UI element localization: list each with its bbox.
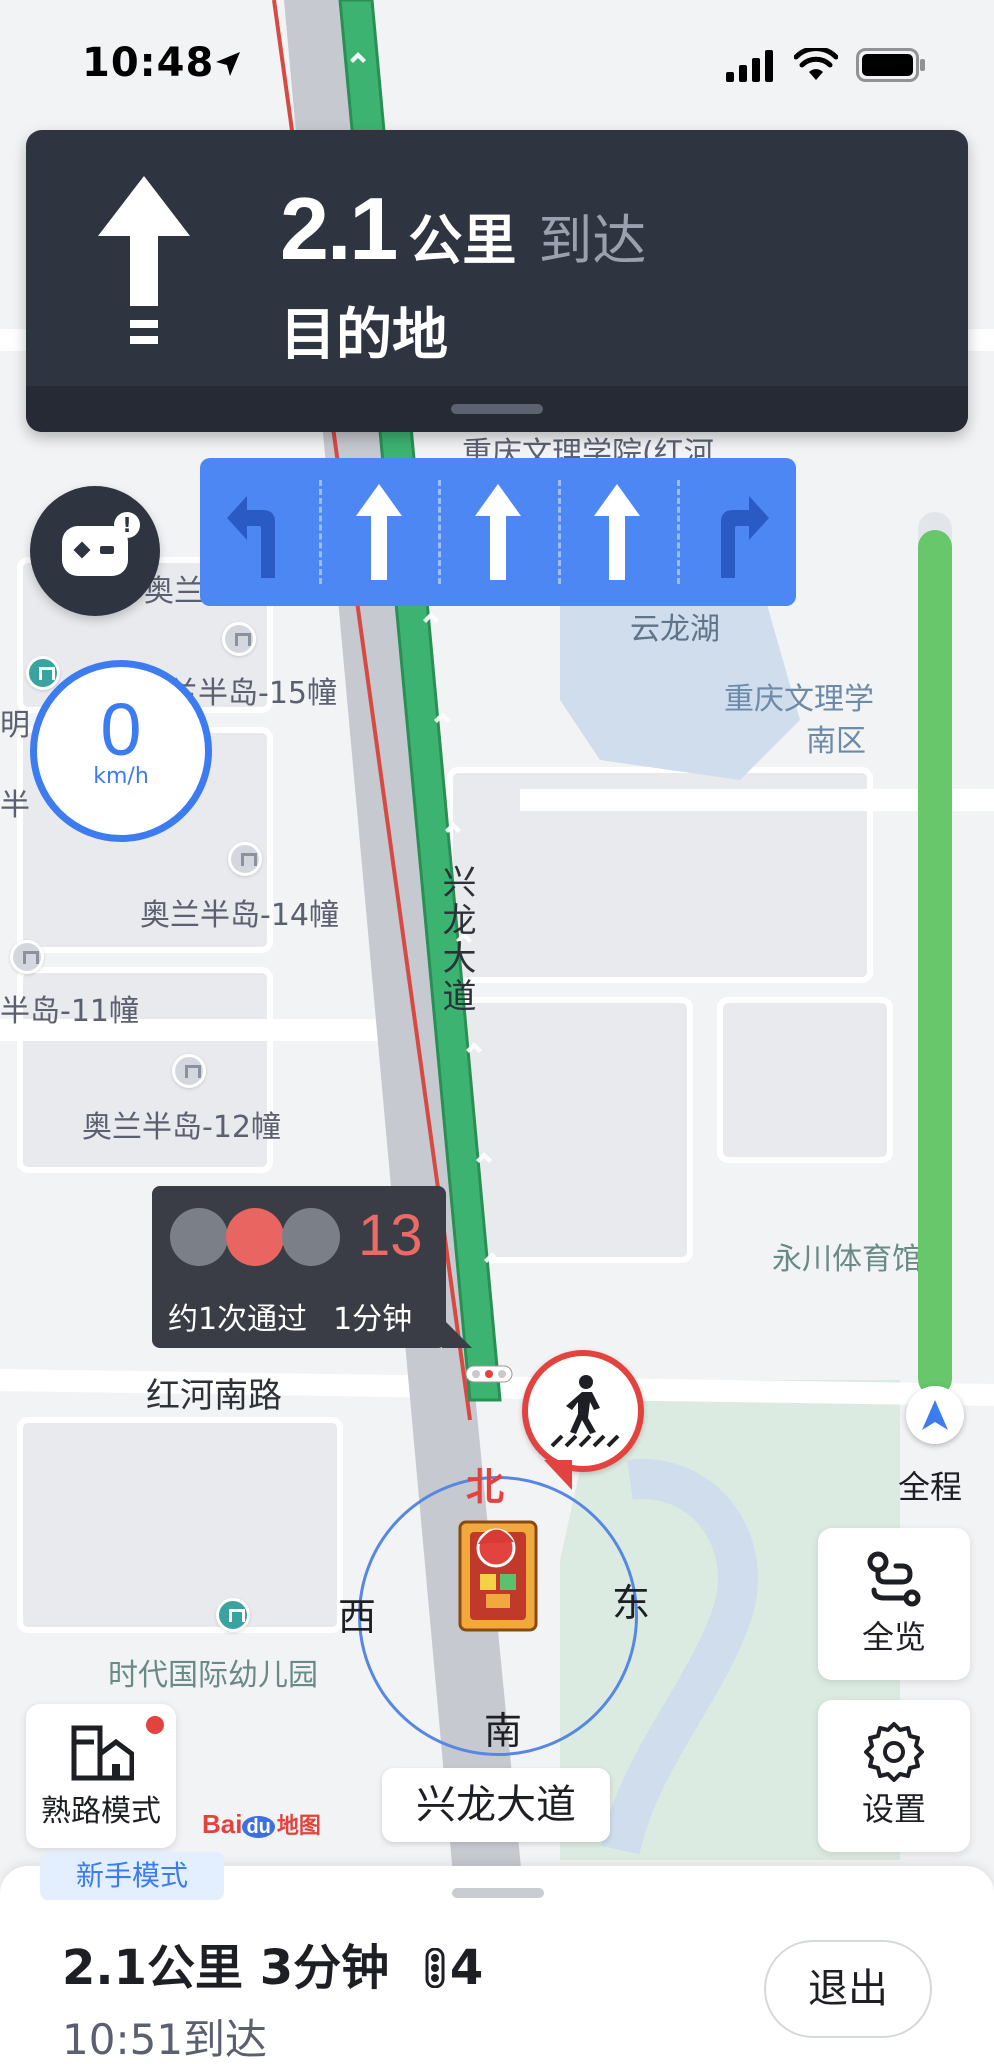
- pedestrian-crossing-warning: [522, 1350, 644, 1490]
- map-label-campus: 重庆文理学: [724, 682, 874, 717]
- traffic-pass-info: 约1次通过 1分钟: [168, 1294, 412, 1338]
- map-label-building-14: 奥兰半岛-14幢: [140, 898, 339, 933]
- home-route-icon: [71, 1725, 134, 1781]
- speed-value: 0: [100, 688, 142, 771]
- distance-unit: 公里: [408, 209, 517, 272]
- navigation-arrow-icon: [922, 1400, 948, 1430]
- location-arrow-icon: [216, 52, 240, 76]
- traffic-lamp-left: [170, 1208, 228, 1266]
- compass-north: 北: [466, 1465, 505, 1509]
- map-label-ming: 明: [0, 708, 30, 743]
- navigation-banner[interactable]: 2.1 公里 到达 目的地: [26, 130, 968, 432]
- traffic-light-countdown: 13: [358, 1203, 423, 1268]
- turn-left-arrow-icon: [226, 496, 275, 578]
- map-label-lake: 云龙湖: [630, 612, 720, 647]
- baidu-map-logo: Bai du 地图: [202, 1809, 321, 1839]
- trip-duration: 3分钟: [259, 1940, 390, 1996]
- traffic-light-count: 4: [424, 1940, 483, 1996]
- map-label-building-12: 奥兰半岛-12幢: [82, 1110, 281, 1145]
- trip-summary: 2.1公里 3分钟 4: [62, 1928, 483, 1998]
- destination-text: 目的地: [280, 303, 448, 368]
- voice-assistant-button[interactable]: !: [30, 486, 160, 616]
- overview-button[interactable]: 全览: [818, 1528, 970, 1680]
- turn-right-arrow-icon: [721, 496, 770, 578]
- novice-mode-tag[interactable]: 新手模式: [40, 1852, 224, 1900]
- map-label-campus-south: 南区: [806, 724, 866, 759]
- poi-pin-icon: [216, 1598, 250, 1632]
- light-count-value: 4: [449, 1940, 484, 1996]
- lane-2: [319, 458, 438, 606]
- status-bar: 10:48: [0, 0, 994, 120]
- map-label-stadium: 永川体育馆: [772, 1242, 922, 1277]
- traffic-light-icon: [425, 1948, 445, 1988]
- route-progress-bar: [918, 512, 952, 1396]
- map-label-kindergarten: 时代国际幼儿园: [108, 1658, 318, 1693]
- traffic-light-popup: 13 约1次通过 1分钟: [152, 1186, 472, 1348]
- gear-icon: [864, 1722, 924, 1782]
- map-label-honghe-road: 红河南路: [146, 1376, 282, 1416]
- exit-navigation-button[interactable]: 退出: [764, 1940, 932, 2038]
- wait-time: 1分钟: [333, 1302, 413, 1337]
- lane-4: [557, 458, 677, 606]
- lane-1: [200, 458, 319, 606]
- map-label-building-11: 半岛-11幢: [0, 994, 139, 1029]
- settings-label: 设置: [861, 1790, 926, 1828]
- speedometer: 0 km/h: [30, 660, 212, 842]
- familiar-route-mode-button[interactable]: 熟路模式: [26, 1704, 176, 1848]
- current-position-marker: [906, 1386, 964, 1444]
- straight-arrow-icon: [355, 484, 402, 580]
- sheet-drag-handle[interactable]: [452, 1888, 544, 1898]
- poi-pin-icon: [222, 622, 256, 656]
- poi-pin-icon: [26, 656, 60, 690]
- banner-drag-handle[interactable]: [451, 404, 543, 414]
- overview-label: 全览: [861, 1618, 926, 1656]
- straight-arrow-icon: [594, 484, 641, 580]
- vehicle-icon: [458, 1520, 538, 1632]
- lane-5: [676, 458, 796, 606]
- notification-dot: [146, 1716, 164, 1734]
- map-label-xinglong-road: 兴龙大道: [436, 864, 476, 1016]
- traffic-lamp-right: [282, 1208, 340, 1266]
- wifi-icon: [794, 48, 838, 80]
- pass-count: 约1次通过: [168, 1302, 308, 1337]
- poi-pin-icon: [228, 842, 262, 876]
- compass-west: 西: [338, 1595, 377, 1639]
- distance-row: 2.1 公里 到达: [280, 178, 646, 280]
- traffic-lamp-red: [226, 1208, 284, 1266]
- poi-pin-icon: [172, 1054, 206, 1088]
- poi-pin-icon: [10, 940, 44, 974]
- full-route-label[interactable]: 全程: [898, 1462, 962, 1508]
- pedestrian-icon: [550, 1375, 620, 1448]
- battery-icon: [856, 48, 925, 82]
- alert-badge-icon: !: [114, 512, 140, 538]
- trip-distance: 2.1公里: [62, 1940, 244, 1996]
- speed-unit: km/h: [93, 764, 149, 789]
- route-progress-fill: [918, 529, 952, 1396]
- lane-3: [438, 458, 557, 606]
- cellular-signal-icon: [726, 50, 773, 82]
- compass-south: 南: [484, 1709, 523, 1753]
- straight-arrow-icon: [475, 484, 521, 580]
- map-label-ban: 半: [0, 788, 30, 823]
- compass-east: 东: [612, 1581, 651, 1625]
- settings-button[interactable]: 设置: [818, 1700, 970, 1852]
- arrival-time: 10:51到达: [62, 2015, 268, 2064]
- familiar-mode-label: 熟路模式: [41, 1794, 161, 1829]
- current-road-name: 兴龙大道: [382, 1768, 610, 1842]
- lane-guide: [200, 458, 796, 606]
- distance-suffix: 到达: [538, 209, 647, 272]
- status-time: 10:48: [82, 40, 215, 86]
- route-overview-icon: [867, 1551, 921, 1607]
- distance-value: 2.1: [280, 179, 398, 278]
- straight-arrow-icon: [98, 176, 190, 344]
